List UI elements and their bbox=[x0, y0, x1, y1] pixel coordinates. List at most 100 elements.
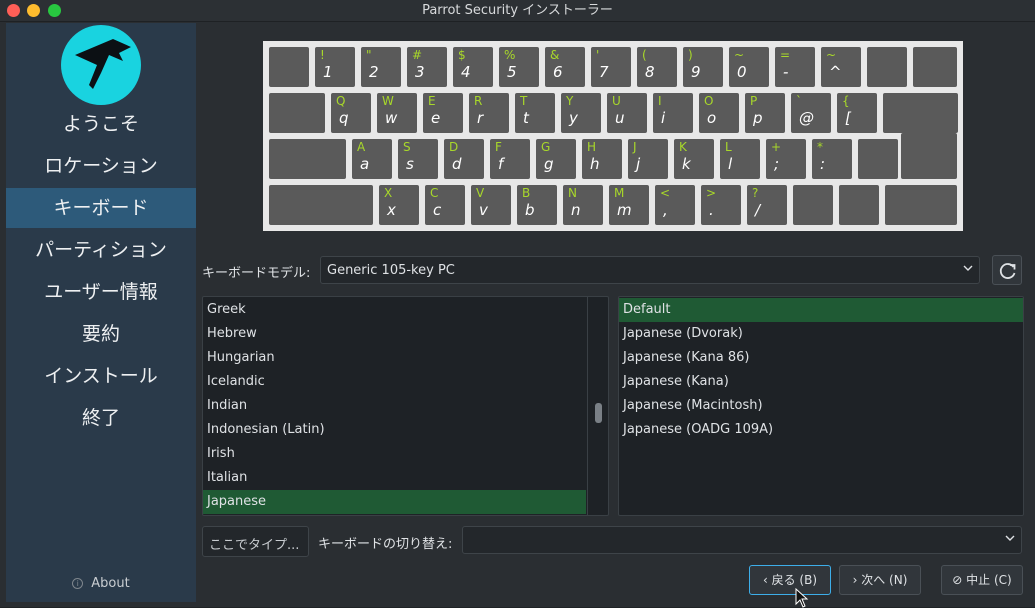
about-button[interactable]: i About bbox=[6, 576, 196, 591]
key-upper-label: H bbox=[587, 140, 597, 154]
back-button[interactable]: ‹ 戻る (B) bbox=[749, 565, 831, 595]
keyboard-key: Aa bbox=[352, 139, 392, 179]
key-upper-label: I bbox=[658, 94, 662, 108]
keyboard-key: Oo bbox=[699, 93, 739, 133]
variant-item[interactable]: Japanese (Kana 86) bbox=[619, 346, 1023, 370]
key-lower-label: , bbox=[663, 201, 668, 219]
parrot-logo-icon bbox=[61, 25, 141, 105]
layout-list[interactable]: Greek Hebrew Hungarian Icelandic Indian Indon… bbox=[202, 296, 609, 516]
reset-icon bbox=[999, 263, 1016, 279]
keyboard-model-select[interactable]: Generic 105-key PC bbox=[320, 256, 980, 284]
keyboard-key bbox=[913, 47, 957, 87]
keyboard-key: ! 1 bbox=[315, 47, 355, 87]
keyboard-key: Ss bbox=[398, 139, 438, 179]
keyboard-key: Xx bbox=[379, 185, 419, 225]
keyboard-key bbox=[793, 185, 833, 225]
keyboard-key: ' 7 bbox=[591, 47, 631, 87]
key-upper-label: W bbox=[382, 94, 394, 108]
layout-item[interactable]: Greek bbox=[203, 298, 586, 322]
scroll-thumb[interactable] bbox=[595, 403, 602, 423]
keyboard-model-label: キーボードモデル: bbox=[202, 266, 311, 281]
key-lower-label: e bbox=[431, 109, 441, 127]
layout-scrollbar[interactable] bbox=[587, 297, 608, 515]
keyboard-key: {[ bbox=[837, 93, 877, 133]
info-icon: i bbox=[72, 578, 84, 589]
keyboard-key: Yy bbox=[561, 93, 601, 133]
sidebar-item-finish[interactable]: 終了 bbox=[6, 398, 196, 438]
keyboard-key bbox=[858, 139, 898, 179]
variant-item[interactable]: Japanese (OADG 109A) bbox=[619, 418, 1023, 442]
key-lower-label: v bbox=[479, 201, 488, 219]
mouse-cursor-icon bbox=[795, 588, 809, 608]
key-lower-label: a bbox=[360, 155, 370, 173]
key-lower-label: x bbox=[387, 201, 396, 219]
key-lower-label: 5 bbox=[507, 63, 517, 81]
variant-item[interactable]: Japanese (Dvorak) bbox=[619, 322, 1023, 346]
key-lower-label: h bbox=[590, 155, 600, 173]
sidebar-item-install[interactable]: インストール bbox=[6, 356, 196, 396]
layout-item[interactable]: Hebrew bbox=[203, 322, 586, 346]
key-upper-label: O bbox=[704, 94, 714, 108]
keyboard-key: Ww bbox=[377, 93, 417, 133]
sidebar-item-welcome[interactable]: ようこそ bbox=[6, 104, 196, 144]
layout-item[interactable]: Indian bbox=[203, 394, 586, 418]
keyboard-page: ! 1 " 2 #3 $4% 5 & 6 ' 7(8) 9 ~0 = - ~ ^ Qq Ww Ee Rr Tt Yy Uu Ii… bbox=[196, 23, 1029, 608]
key-lower-label: g bbox=[544, 155, 554, 173]
reset-model-button[interactable] bbox=[992, 255, 1022, 285]
keyboard-preview: ! 1 " 2 #3 $4% 5 & 6 ' 7(8) 9 ~0 = - ~ ^ Qq Ww Ee Rr Tt Yy Uu Ii… bbox=[263, 41, 963, 231]
key-upper-label: K bbox=[679, 140, 687, 154]
next-label: 次へ (N) bbox=[861, 573, 908, 587]
key-upper-label: P bbox=[750, 94, 758, 108]
key-lower-label: o bbox=[707, 109, 717, 127]
title-bar: Parrot Security インストーラー bbox=[0, 0, 1035, 22]
key-upper-label: R bbox=[474, 94, 483, 108]
keyboard-key: Dd bbox=[444, 139, 484, 179]
keyboard-key bbox=[883, 93, 958, 133]
layout-item[interactable]: Japanese bbox=[203, 490, 586, 514]
keyboard-key bbox=[269, 185, 373, 225]
key-lower-label: 8 bbox=[645, 63, 655, 81]
key-upper-label: Y bbox=[566, 94, 574, 108]
key-lower-label: ^ bbox=[829, 63, 842, 81]
cancel-button[interactable]: ⊘ 中止 (C) bbox=[941, 565, 1023, 595]
sidebar-item-partitions[interactable]: パーティション bbox=[6, 230, 196, 270]
back-label: 戻る (B) bbox=[771, 573, 818, 587]
key-upper-label: L bbox=[725, 140, 732, 154]
key-upper-label: A bbox=[357, 140, 366, 154]
variant-list[interactable]: Default Japanese (Dvorak) Japanese (Kana 8… bbox=[618, 296, 1024, 516]
key-upper-label: ` bbox=[796, 94, 802, 108]
key-upper-label: U bbox=[612, 94, 621, 108]
key-upper-label: + bbox=[771, 140, 782, 154]
key-upper-label: ? bbox=[752, 186, 759, 200]
layout-item[interactable]: Icelandic bbox=[203, 370, 586, 394]
sidebar-item-location[interactable]: ロケーション bbox=[6, 146, 196, 186]
key-upper-label: ) bbox=[688, 48, 693, 62]
about-label: About bbox=[91, 576, 130, 591]
key-upper-label: $ bbox=[458, 48, 466, 62]
key-lower-label: c bbox=[433, 201, 442, 219]
key-lower-label: k bbox=[682, 155, 691, 173]
key-upper-label: * bbox=[817, 140, 823, 154]
variant-item[interactable]: Default bbox=[619, 298, 1023, 322]
next-button[interactable]: › 次へ (N) bbox=[839, 565, 921, 595]
sidebar-item-keyboard[interactable]: キーボード bbox=[6, 188, 196, 228]
variant-item[interactable]: Japanese (Kana) bbox=[619, 370, 1023, 394]
sidebar-item-users[interactable]: ユーザー情報 bbox=[6, 272, 196, 312]
key-upper-label: & bbox=[550, 48, 560, 62]
key-upper-label: ~ bbox=[826, 48, 837, 62]
key-lower-label: @ bbox=[799, 109, 814, 127]
layout-item[interactable]: Irish bbox=[203, 442, 586, 466]
layout-item[interactable]: Indonesian (Latin) bbox=[203, 418, 586, 442]
sidebar-item-summary[interactable]: 要約 bbox=[6, 314, 196, 354]
keyboard-key: Gg bbox=[536, 139, 576, 179]
keyboard-key: Tt bbox=[515, 93, 555, 133]
keyboard-key: Qq bbox=[331, 93, 371, 133]
key-lower-label: u bbox=[615, 109, 625, 127]
variant-item[interactable]: Japanese (Macintosh) bbox=[619, 394, 1023, 418]
test-input[interactable]: ここでタイプ... bbox=[202, 526, 309, 557]
layout-item[interactable]: Italian bbox=[203, 466, 586, 490]
key-lower-label: m bbox=[617, 201, 632, 219]
layout-item[interactable]: Hungarian bbox=[203, 346, 586, 370]
switch-select[interactable] bbox=[462, 526, 1022, 554]
keyboard-key: Ee bbox=[423, 93, 463, 133]
